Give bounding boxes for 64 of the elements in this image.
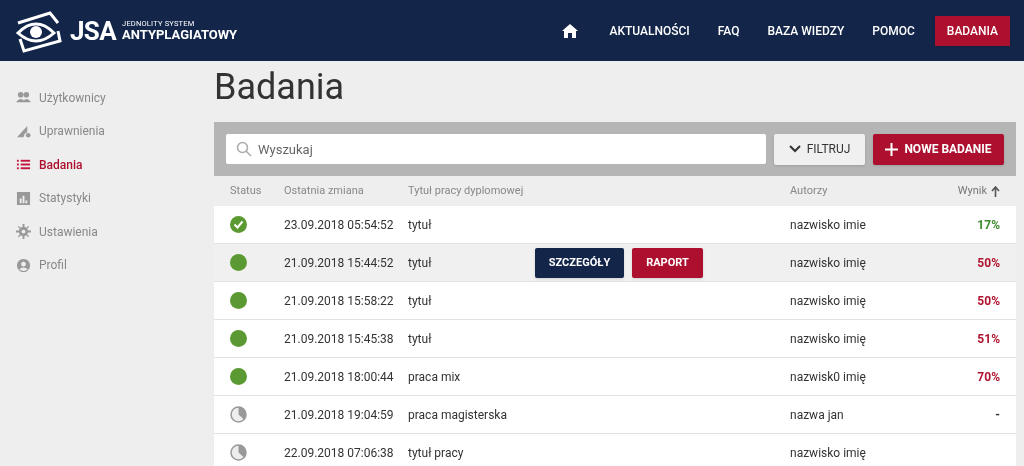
nav-link[interactable]: BADANIA [934, 15, 1010, 46]
logo-text: JSA [70, 17, 117, 44]
bar-chart-icon [16, 190, 31, 206]
sort-arrow-icon [991, 185, 1000, 197]
table-cell-text: 17% [977, 216, 1000, 234]
status-dot-icon [230, 254, 247, 271]
table-cell-text: 23.09.2018 05:54:52 [284, 216, 394, 234]
table-cell-text: 21.09.2018 15:45:38 [284, 330, 394, 348]
search-icon [236, 141, 252, 157]
sidebar-item[interactable]: Statystyki [0, 181, 206, 215]
table-cell-text: nazwisko imię [790, 292, 866, 310]
table-cell-text: praca mix [408, 368, 461, 386]
table-cell-text: 50% [977, 292, 1000, 310]
nav-link[interactable]: FAQ [709, 15, 748, 46]
table-cell-text: 51% [977, 330, 1000, 348]
pie-progress-icon [230, 406, 247, 423]
filter-button[interactable]: FILTRUJ [774, 133, 865, 165]
chevron-down-icon [788, 145, 801, 153]
column-header[interactable]: Ostatnia zmiana [284, 182, 364, 200]
table-cell-text: nazwisko imie [790, 216, 866, 234]
sidebar-item[interactable]: Użytkownicy [0, 81, 206, 115]
nav-link[interactable]: POMOC [864, 15, 923, 46]
check-circle-icon [230, 216, 247, 233]
table-cell-text: nazwisk0 imię [790, 368, 866, 386]
table-cell-text: 21.09.2018 15:58:22 [284, 292, 394, 310]
table-cell-text: - [995, 406, 1000, 424]
table-cell-text: 22.09.2018 07:06:38 [284, 444, 394, 462]
table-cell-text: tytuł [408, 292, 432, 310]
column-header[interactable]: Wynik [957, 182, 987, 200]
status-dot-icon [230, 368, 247, 385]
table-cell-text: 21.09.2018 19:04:59 [284, 406, 394, 424]
nav-link[interactable]: AKTUALNOŚCI [601, 15, 698, 46]
table-cell-text: 70% [977, 368, 1000, 386]
table-cell-text: nazwisko imię [790, 444, 866, 462]
status-dot-icon [230, 330, 247, 347]
new-study-button[interactable]: NOWE BADANIE [873, 133, 1004, 165]
table-cell-text: tytuł [408, 330, 432, 348]
table-cell-text: tytuł [408, 254, 432, 272]
status-dot-icon [230, 292, 247, 309]
table-cell-text: 21.09.2018 15:44:52 [284, 254, 394, 272]
table-cell-text: nazwa jan [790, 406, 844, 424]
plus-icon [885, 142, 899, 156]
page-title: Badania [214, 69, 346, 105]
pie-progress-icon [230, 444, 247, 461]
gear-icon [16, 224, 31, 240]
table-cell-text: 21.09.2018 18:00:44 [284, 368, 394, 386]
table-cell-text: nazwisko imię [790, 254, 866, 272]
column-header[interactable]: Status [230, 182, 262, 200]
column-header[interactable]: Autorzy [790, 182, 828, 200]
table-cell-text: tytuł [408, 216, 432, 234]
sidebar-item[interactable]: Ustawienia [0, 215, 206, 249]
sidebar-item[interactable]: Badania [0, 148, 206, 182]
details-button[interactable]: SZCZEGÓŁY [535, 248, 624, 278]
table-cell-text: 50% [977, 254, 1000, 272]
nav-link[interactable]: BAZA WIEDZY [759, 15, 853, 46]
sidebar-item[interactable]: Uprawnienia [0, 114, 206, 148]
column-header[interactable]: Tytuł pracy dyplomowej [408, 182, 524, 200]
report-button[interactable]: RAPORT [632, 248, 703, 278]
eye-logo-icon [14, 8, 64, 53]
table-cell-text: nazwisko imię [790, 330, 866, 348]
table-cell-text: praca magisterska [408, 406, 507, 424]
logo-subtitle: ANTYPLAGIATOWY [122, 27, 238, 41]
table-cell-text: tytuł pracy [408, 444, 464, 462]
search-field[interactable]: Wyszukaj [226, 134, 766, 164]
